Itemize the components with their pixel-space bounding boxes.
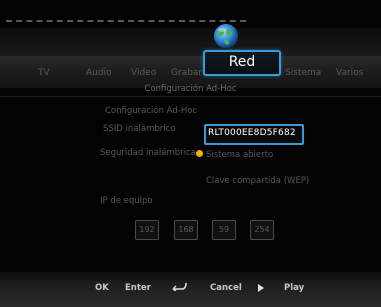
ip-octet-4[interactable]: 254 xyxy=(250,220,274,240)
security-option-wep[interactable]: Clave compartida (WEP) xyxy=(206,176,309,186)
menu-item-red-label: Red xyxy=(228,54,256,70)
ip-octet-3[interactable]: 59 xyxy=(212,220,236,240)
ssid-value: RLT000EE8D5F682 xyxy=(208,128,296,138)
ip-octet-1[interactable]: 192 xyxy=(135,220,159,240)
top-dashed-line xyxy=(6,20,246,22)
globe-icon xyxy=(214,24,238,48)
ssid-label: SSID inalámbrico xyxy=(103,124,176,134)
return-icon xyxy=(172,282,187,291)
ok-key-label: OK xyxy=(95,283,109,293)
security-label: Seguridad inalámbrica xyxy=(100,148,196,158)
ip-octet-2[interactable]: 168 xyxy=(174,220,198,240)
play-icon xyxy=(258,284,264,292)
security-option-open[interactable]: Sistema abierto xyxy=(206,150,273,160)
menu-item-varios[interactable]: Varios xyxy=(336,68,363,78)
ssid-input[interactable]: RLT000EE8D5F682 xyxy=(204,124,304,145)
menu-item-grabar[interactable]: Grabar xyxy=(171,68,202,78)
section-heading: Configuración Ad-Hoc xyxy=(105,106,198,116)
menu-item-tv[interactable]: TV xyxy=(38,68,50,78)
panel-subtitle: Configuración Ad-Hoc xyxy=(144,84,237,94)
footer-bar xyxy=(0,272,381,307)
enter-hint: Enter xyxy=(125,283,151,293)
menu-item-sistema[interactable]: Sistema xyxy=(285,68,321,78)
menu-item-video[interactable]: Video xyxy=(131,68,156,78)
setup-screen: TV Audio Video Grabar Red Sistema Varios… xyxy=(0,0,381,307)
ip-label: IP de equipo xyxy=(100,196,153,206)
menu-item-audio[interactable]: Audio xyxy=(86,68,112,78)
radio-selected-icon xyxy=(196,150,203,157)
panel-divider xyxy=(0,96,381,97)
play-hint: Play xyxy=(284,283,305,293)
cancel-hint: Cancel xyxy=(210,283,242,293)
menu-item-red[interactable]: Red xyxy=(203,50,281,76)
